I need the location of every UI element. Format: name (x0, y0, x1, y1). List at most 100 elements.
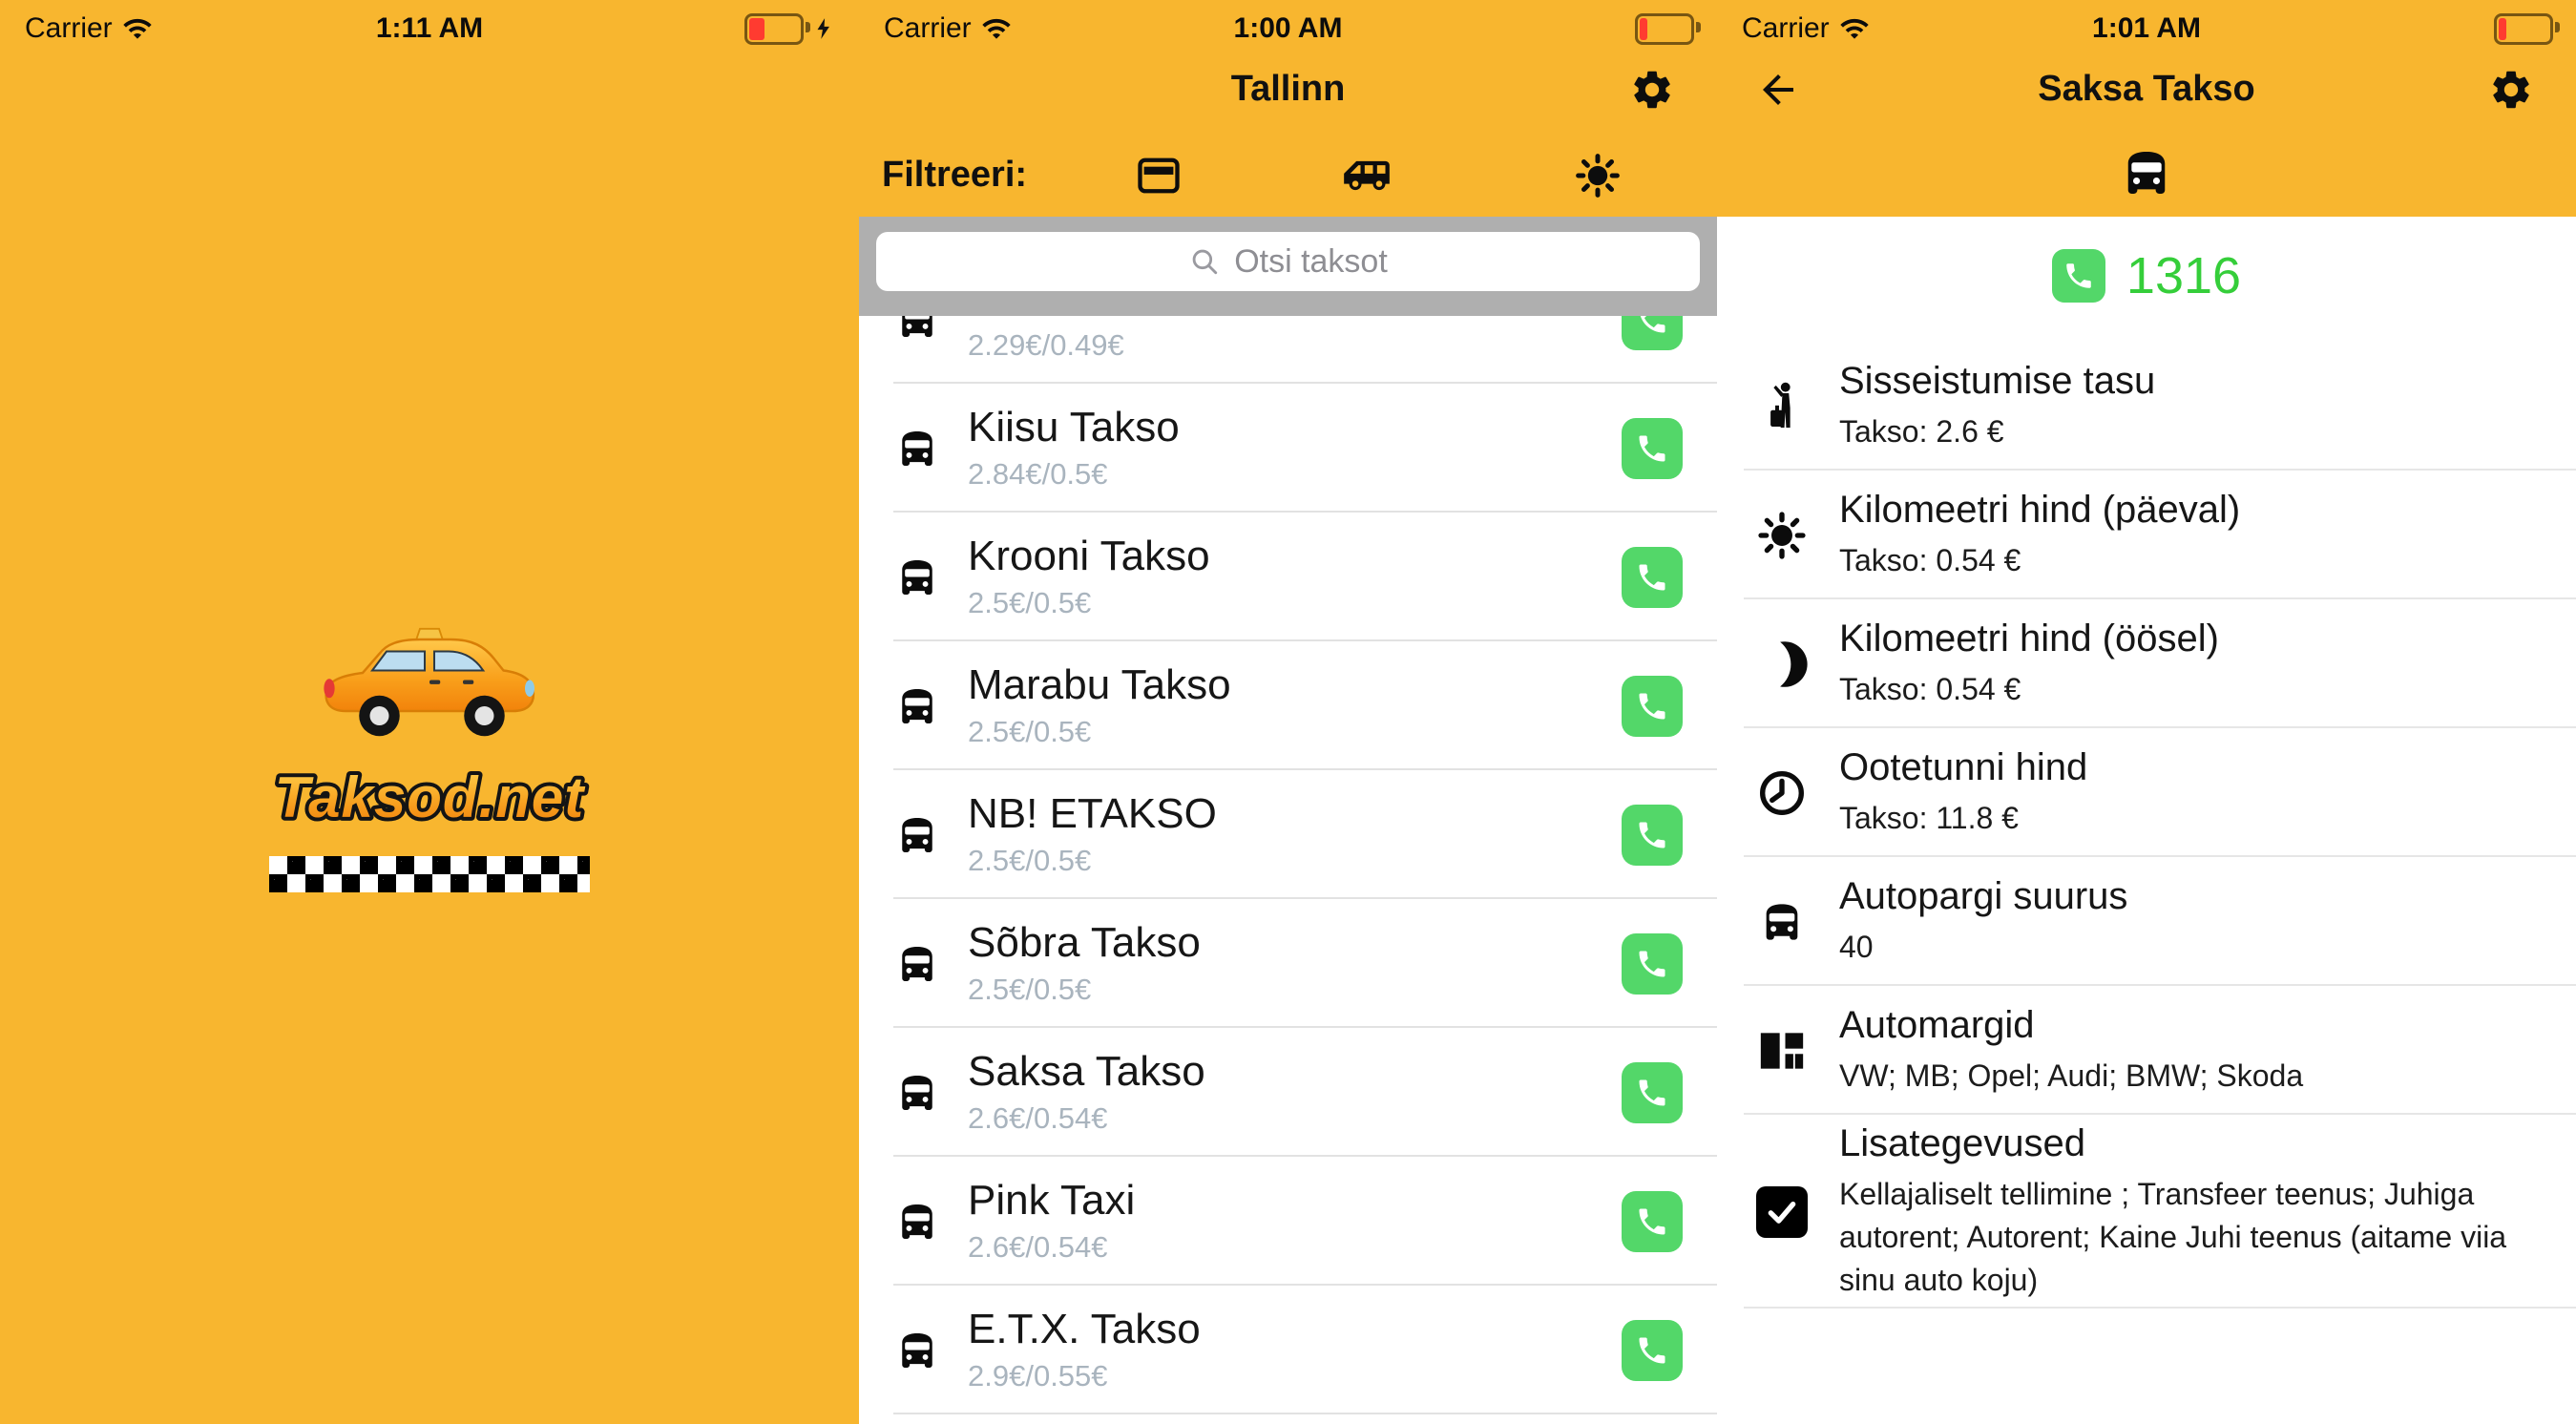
taxi-price: 2.5€/0.5€ (968, 715, 1231, 749)
van-icon (1342, 151, 1392, 200)
phone-icon (1635, 818, 1669, 852)
phone-number: 1316 (2126, 246, 2241, 305)
detail-value: Takso: 0.54 € (1839, 668, 2219, 711)
taxi-price: 2.6€/0.54€ (968, 1101, 1205, 1136)
call-phone-number[interactable]: 1316 (1717, 246, 2576, 305)
filter-card-button[interactable] (1134, 151, 1183, 200)
gear-icon (2488, 67, 2534, 113)
filter-van-button[interactable] (1342, 151, 1392, 200)
taxi-row[interactable]: Krooni Takso 2.5€/0.5€ (859, 513, 1717, 641)
nav-bar: Saksa Takso (1717, 59, 2576, 118)
taxi-price: 2.5€/0.5€ (968, 586, 1210, 620)
battery-group (1635, 0, 1694, 57)
detail-row-extras: Lisategevused Kellajaliselt tellimine ; … (1717, 1115, 2576, 1309)
search-input[interactable]: Otsi taksot (876, 232, 1700, 291)
phone-icon (1635, 431, 1669, 466)
phone-icon (1635, 1076, 1669, 1110)
phone-icon (1635, 560, 1669, 595)
search-placeholder: Otsi taksot (1234, 243, 1388, 281)
time-label: 1:11 AM (0, 0, 859, 57)
call-button[interactable] (1622, 1191, 1683, 1252)
search-strip: Otsi taksot (859, 217, 1717, 316)
call-button[interactable] (1622, 1062, 1683, 1123)
detail-list: Sisseistumise tasu Takso: 2.6 € Kilomeet… (1717, 342, 2576, 1309)
detail-title: Automargid (1839, 1003, 2303, 1047)
taxi-price: 2.29€/0.49€ (968, 328, 1196, 363)
taxi-row[interactable]: NB! ETAKSO 2.5€/0.5€ (859, 770, 1717, 899)
logo-wordmark: Taksod.net (267, 754, 592, 842)
detail-row-fleet: Autopargi suurus 40 (1717, 857, 2576, 986)
clock-icon (1751, 766, 1812, 820)
taxi-app-screenshots: Carrier 1:11 AM (0, 0, 2576, 1424)
page-title: Tallinn (859, 59, 1717, 118)
phone-icon (1635, 947, 1669, 981)
call-button[interactable] (1622, 547, 1683, 608)
taxi-list-viewport: Reval Takso2.29€/0.49€ Kiisu Takso2.84€/… (859, 217, 1717, 1424)
detail-value: Takso: 2.6 € (1839, 410, 2155, 453)
car-icon (891, 938, 943, 990)
detail-title: Sisseistumise tasu (1839, 359, 2155, 403)
taxi-price: 2.9€/0.55€ (968, 1359, 1201, 1393)
search-icon (1188, 245, 1221, 278)
battery-group (2494, 0, 2553, 57)
call-button[interactable] (1622, 1320, 1683, 1381)
phone-icon (2063, 260, 2095, 292)
taxi-name: Sõbra Takso (968, 920, 1201, 966)
detail-title: Kilomeetri hind (öösel) (1839, 617, 2219, 660)
checkbox-icon (1751, 1186, 1812, 1238)
taxi-name: E.T.X. Takso (968, 1307, 1201, 1352)
detail-row-km-night: Kilomeetri hind (öösel) Takso: 0.54 € (1717, 599, 2576, 728)
car-icon (891, 423, 943, 474)
detail-title: Autopargi suurus (1839, 874, 2127, 918)
time-label: 1:00 AM (859, 0, 1717, 57)
taxi-price: 2.84€/0.5€ (968, 457, 1180, 492)
taxi-row[interactable]: Saksa Takso 2.6€/0.54€ (859, 1028, 1717, 1157)
car-icon (891, 1067, 943, 1119)
detail-row-waiting: Ootetunni hind Takso: 11.8 € (1717, 728, 2576, 857)
battery-icon (744, 13, 804, 45)
taxi-name: Kiisu Takso (968, 405, 1180, 450)
battery-icon (2494, 13, 2553, 45)
car-icon (891, 809, 943, 861)
taxi-row[interactable]: Marabu Takso 2.5€/0.5€ (859, 641, 1717, 770)
checker-strip (269, 856, 590, 892)
detail-value: Kellajaliselt tellimine ; Transfeer teen… (1839, 1173, 2536, 1301)
taxi-row[interactable]: Kiisu Takso 2.84€/0.5€ (859, 384, 1717, 513)
taxi-detail-screen: Carrier 1:01 AM Saksa Takso 1316 (1717, 0, 2576, 1424)
call-button[interactable] (1622, 933, 1683, 995)
detail-row-entry-fee: Sisseistumise tasu Takso: 2.6 € (1717, 342, 2576, 471)
taxi-row[interactable]: Sõbra Takso2.5€/0.5€ (859, 899, 1717, 1028)
person-luggage-icon (1751, 380, 1812, 433)
taxi-name: Krooni Takso (968, 534, 1210, 579)
settings-button[interactable] (1629, 67, 1675, 113)
nav-bar: Tallinn (859, 59, 1717, 118)
list-header: Carrier 1:00 AM Tallinn Filtreeri: (859, 0, 1717, 217)
credit-card-icon (1134, 151, 1183, 200)
call-button[interactable] (2052, 249, 2105, 303)
call-button[interactable] (1622, 418, 1683, 479)
taxi-row[interactable]: E.T.X. Takso 2.9€/0.55€ (859, 1286, 1717, 1414)
taxi-row[interactable]: Pink Taxi2.6€/0.54€ (859, 1157, 1717, 1286)
taxi-name: NB! ETAKSO (968, 791, 1217, 837)
settings-button[interactable] (2488, 67, 2534, 113)
time-label: 1:01 AM (1717, 0, 2576, 57)
detail-value: Takso: 0.54 € (1839, 539, 2240, 582)
phone-icon (1635, 1333, 1669, 1368)
taxi-name: Saksa Takso (968, 1049, 1205, 1095)
battery-icon (1635, 13, 1694, 45)
status-bar: Carrier 1:00 AM (859, 0, 1717, 57)
car-icon (2115, 141, 2178, 204)
call-button[interactable] (1622, 676, 1683, 737)
taxi-name: Marabu Takso (968, 662, 1231, 708)
detail-value: VW; MB; Opel; Audi; BMW; Skoda (1839, 1055, 2303, 1098)
taksod-logo: Taksod.net (267, 625, 592, 892)
filter-day-button[interactable] (1573, 151, 1623, 200)
detail-title: Lisategevused (1839, 1121, 2536, 1165)
filter-label: Filtreeri: (882, 145, 1027, 204)
detail-title: Ootetunni hind (1839, 745, 2087, 789)
call-button[interactable] (1622, 805, 1683, 866)
taxi-price: 2.5€/0.5€ (968, 844, 1217, 878)
car-icon (891, 1325, 943, 1376)
gear-icon (1629, 67, 1675, 113)
detail-value: Takso: 11.8 € (1839, 797, 2087, 840)
